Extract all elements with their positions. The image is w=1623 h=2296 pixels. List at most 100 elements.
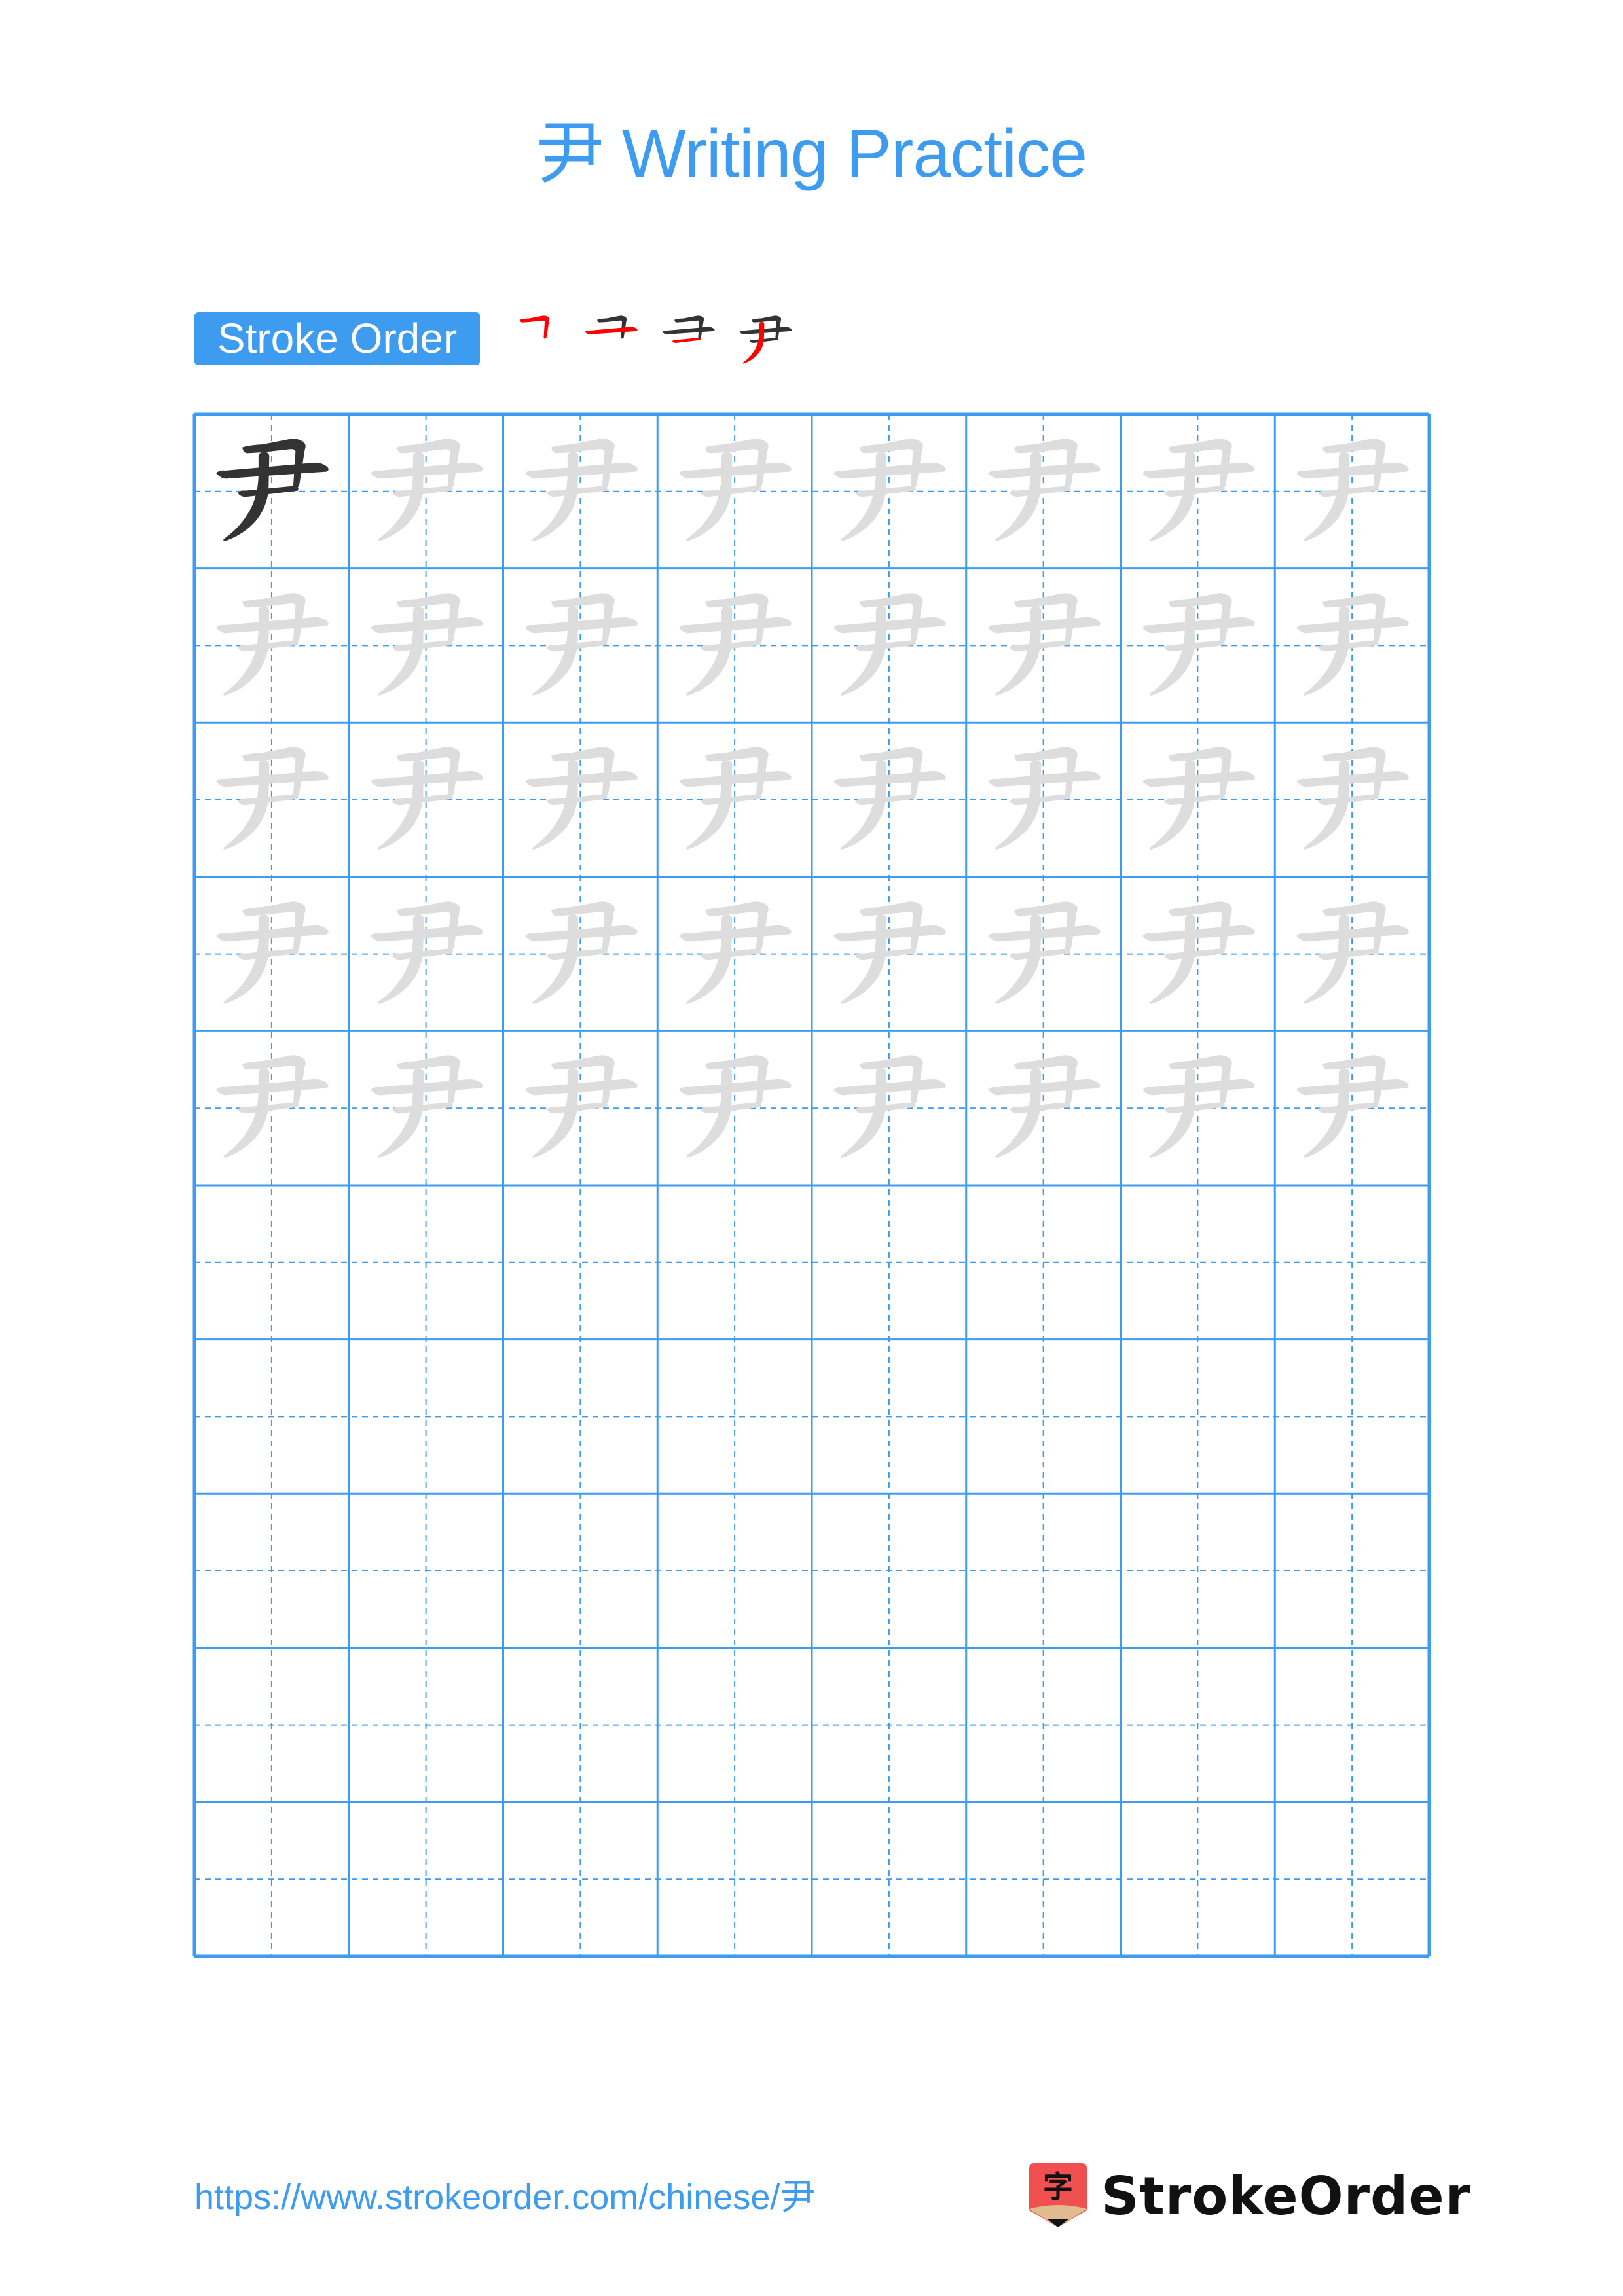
empty-practice-cell[interactable] [349,1340,503,1494]
stroke-order-label: Stroke Order [194,312,480,365]
trace-character-cell[interactable] [657,723,812,877]
glyph-stroke-1 [705,439,769,488]
trace-character-cell[interactable] [966,414,1121,569]
empty-practice-cell[interactable] [503,1648,658,1803]
trace-character-cell[interactable] [1121,723,1275,877]
trace-character-cell[interactable] [1121,1031,1275,1185]
empty-practice-cell[interactable] [812,1648,966,1803]
empty-practice-cell[interactable] [1121,1802,1275,1956]
trace-character-cell[interactable] [657,877,812,1031]
empty-practice-cell[interactable] [1121,1648,1275,1803]
empty-practice-cell[interactable] [194,1185,349,1340]
brand-name: StrokeOrder [1101,2165,1472,2227]
trace-character-cell[interactable] [966,569,1121,723]
empty-practice-cell[interactable] [812,1340,966,1494]
empty-practice-cell[interactable] [657,1648,812,1803]
trace-character-cell[interactable] [1121,569,1275,723]
empty-practice-cell[interactable] [194,1802,349,1956]
empty-practice-cell[interactable] [966,1494,1121,1648]
trace-character-cell[interactable] [503,723,658,877]
empty-practice-cell[interactable] [812,1185,966,1340]
empty-practice-cell[interactable] [812,1802,966,1956]
trace-character-cell[interactable] [657,1031,812,1185]
trace-character-glyph [833,439,946,541]
glyph-stroke-2 [216,617,329,633]
trace-character-cell[interactable] [812,414,966,569]
trace-character-cell[interactable] [812,723,966,877]
empty-practice-cell[interactable] [503,1494,658,1648]
glyph-stroke-2 [524,771,638,787]
trace-character-cell[interactable] [349,723,503,877]
trace-character-cell[interactable] [349,877,503,1031]
empty-practice-cell[interactable] [1275,1340,1429,1494]
trace-character-cell[interactable] [966,1031,1121,1185]
empty-practice-cell[interactable] [1275,1494,1429,1648]
glyph-stroke-2 [987,771,1101,787]
trace-character-cell[interactable] [657,569,812,723]
empty-practice-cell[interactable] [194,1494,349,1648]
empty-practice-cell[interactable] [966,1340,1121,1494]
empty-practice-cell[interactable] [1275,1802,1429,1956]
trace-character-cell[interactable] [812,1031,966,1185]
trace-character-cell[interactable] [1275,877,1429,1031]
model-character-cell[interactable] [194,414,349,569]
glyph-stroke-2 [370,925,483,942]
glyph-stroke-1 [1013,747,1078,797]
trace-character-cell[interactable] [503,569,658,723]
trace-character-cell[interactable] [194,1031,349,1185]
trace-character-cell[interactable] [1275,723,1429,877]
glyph-stroke-2 [1296,1079,1410,1096]
trace-character-cell[interactable] [194,723,349,877]
practice-grid [192,412,1431,1958]
glyph-stroke-1 [1322,592,1386,642]
trace-character-cell[interactable] [966,723,1121,877]
empty-practice-cell[interactable] [349,1802,503,1956]
empty-practice-cell[interactable] [657,1802,812,1956]
empty-practice-cell[interactable] [657,1340,812,1494]
trace-character-glyph [987,439,1101,541]
empty-practice-cell[interactable] [1121,1340,1275,1494]
empty-practice-cell[interactable] [503,1185,658,1340]
trace-character-cell[interactable] [657,414,812,569]
empty-practice-cell[interactable] [503,1340,658,1494]
trace-character-cell[interactable] [503,414,658,569]
empty-practice-cell[interactable] [657,1185,812,1340]
trace-character-cell[interactable] [1275,569,1429,723]
trace-character-glyph [216,1055,329,1158]
empty-practice-cell[interactable] [349,1648,503,1803]
empty-practice-cell[interactable] [1275,1648,1429,1803]
trace-character-cell[interactable] [812,877,966,1031]
highlighted-stroke [520,315,550,339]
highlighted-stroke [672,337,701,343]
empty-practice-cell[interactable] [194,1648,349,1803]
trace-character-cell[interactable] [349,569,503,723]
glyph-stroke-2 [987,1079,1101,1096]
trace-character-cell[interactable] [1275,1031,1429,1185]
trace-character-cell[interactable] [1121,877,1275,1031]
glyph-stroke-1 [242,747,306,797]
trace-character-cell[interactable] [194,877,349,1031]
footer-url-link[interactable]: https://www.strokeorder.com/chinese/尹 [194,2174,815,2220]
empty-practice-cell[interactable] [966,1802,1121,1956]
trace-character-cell[interactable] [966,877,1121,1031]
previous-stroke [752,315,782,339]
trace-character-cell[interactable] [1275,414,1429,569]
empty-practice-cell[interactable] [503,1802,658,1956]
empty-practice-cell[interactable] [1121,1494,1275,1648]
empty-practice-cell[interactable] [966,1185,1121,1340]
empty-practice-cell[interactable] [1275,1185,1429,1340]
trace-character-cell[interactable] [194,569,349,723]
empty-practice-cell[interactable] [194,1340,349,1494]
empty-practice-cell[interactable] [812,1494,966,1648]
empty-practice-cell[interactable] [657,1494,812,1648]
trace-character-cell[interactable] [503,877,658,1031]
trace-character-cell[interactable] [812,569,966,723]
trace-character-cell[interactable] [349,414,503,569]
empty-practice-cell[interactable] [349,1185,503,1340]
trace-character-cell[interactable] [349,1031,503,1185]
trace-character-cell[interactable] [503,1031,658,1185]
empty-practice-cell[interactable] [349,1494,503,1648]
empty-practice-cell[interactable] [966,1648,1121,1803]
trace-character-cell[interactable] [1121,414,1275,569]
empty-practice-cell[interactable] [1121,1185,1275,1340]
